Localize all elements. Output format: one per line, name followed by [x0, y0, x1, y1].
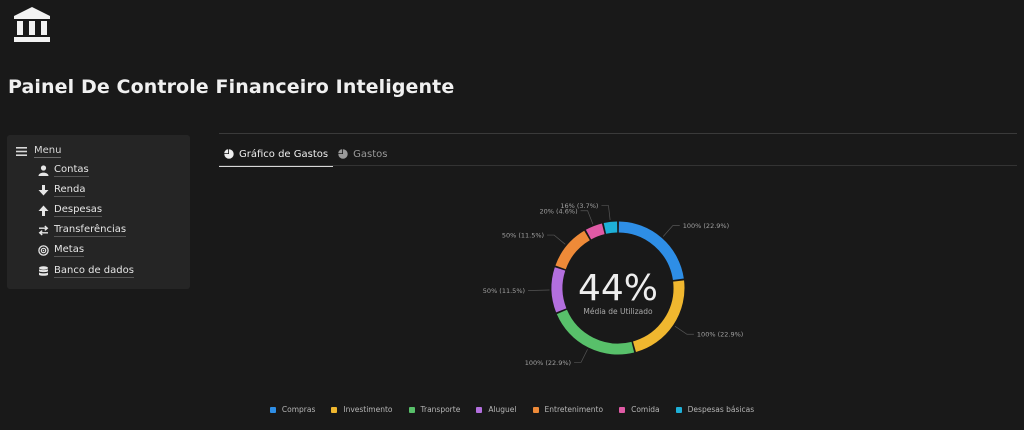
center-value: 44%: [578, 268, 658, 309]
data-label: 100% (22.9%): [683, 222, 729, 230]
data-label: 50% (11.5%): [483, 287, 525, 295]
legend-swatch: [675, 406, 682, 413]
legend-label: Investimento: [343, 405, 393, 414]
legend-item[interactable]: Despesas básicas: [675, 405, 755, 414]
legend-label: Entretenimento: [544, 405, 604, 414]
center-label: Média de Utilizado: [583, 307, 653, 316]
legend-label: Transporte: [420, 405, 461, 414]
label-leader-line: [580, 210, 594, 225]
legend-item[interactable]: Compras: [269, 405, 316, 414]
legend-swatch: [269, 406, 276, 413]
chart-legend: Compras Investimento Transporte Aluguel Entr…: [0, 405, 1024, 414]
legend-label: Compras: [281, 405, 316, 414]
donut-slice[interactable]: [603, 221, 618, 234]
label-leader-line: [601, 205, 611, 220]
donut-slice[interactable]: [556, 309, 635, 355]
legend-item[interactable]: Aluguel: [476, 405, 517, 414]
data-label: 100% (22.9%): [525, 359, 571, 367]
legend-item[interactable]: Transporte: [408, 405, 461, 414]
label-leader-line: [547, 234, 566, 245]
legend-item[interactable]: Investimento: [331, 405, 393, 414]
legend-item[interactable]: Comida: [619, 405, 660, 414]
legend-swatch: [331, 406, 338, 413]
legend-swatch: [532, 406, 539, 413]
label-leader-line: [574, 349, 588, 363]
legend-swatch: [408, 406, 415, 413]
label-leader-line: [662, 225, 680, 237]
label-leader-line: [674, 325, 694, 335]
legend-label: Aluguel: [488, 405, 517, 414]
donut-slice[interactable]: [551, 267, 567, 313]
donut-slice[interactable]: [585, 223, 605, 240]
legend-label: Comida: [631, 405, 660, 414]
expense-donut-chart: 100% (22.9%) 100% (22.9%) 100% (22.9%) 50% …: [483, 202, 744, 367]
legend-swatch: [619, 406, 626, 413]
data-label: 50% (11.5%): [502, 232, 544, 240]
legend-item[interactable]: Entretenimento: [532, 405, 604, 414]
data-label: 16% (3.7%): [560, 202, 598, 210]
data-label: 100% (22.9%): [697, 331, 743, 339]
legend-swatch: [476, 406, 483, 413]
donut-slice[interactable]: [555, 230, 591, 270]
legend-label: Despesas básicas: [687, 405, 755, 414]
